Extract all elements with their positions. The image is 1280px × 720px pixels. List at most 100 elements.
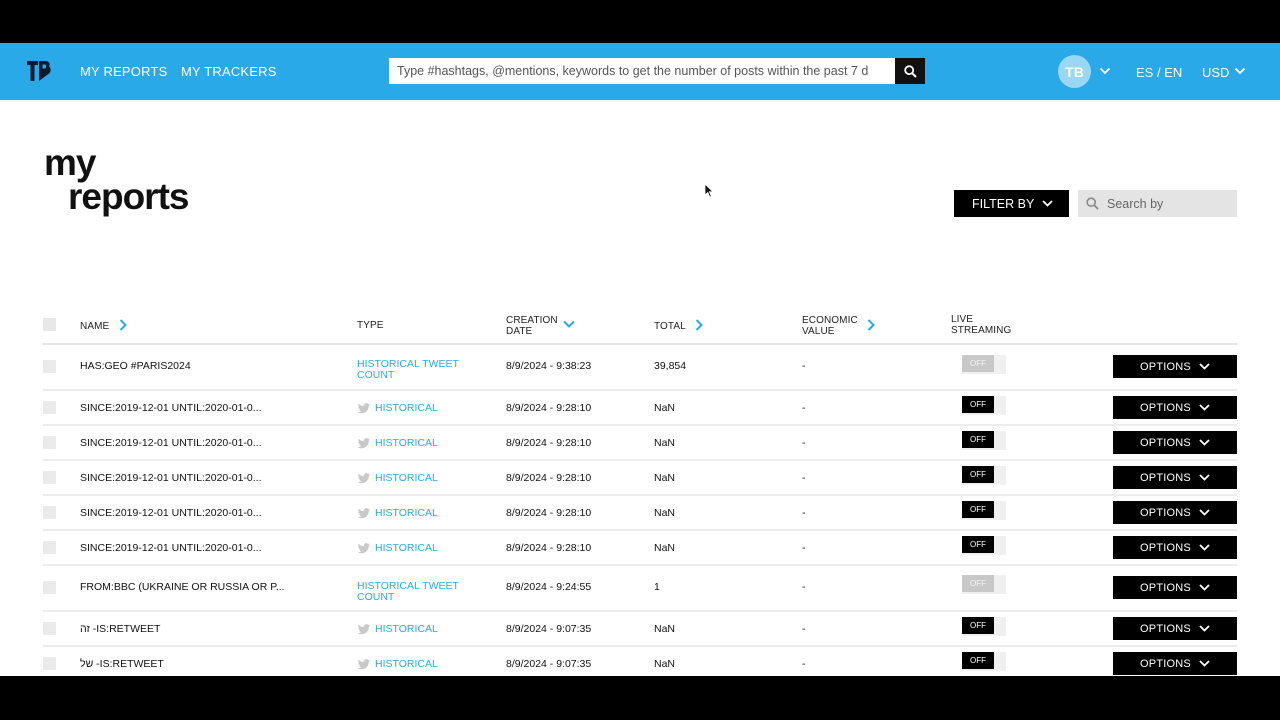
live-streaming-toggle[interactable]: OFF — [962, 355, 1006, 374]
options-button[interactable]: OPTIONS — [1113, 396, 1237, 419]
header-name[interactable]: NAME — [80, 321, 109, 332]
report-name[interactable]: SINCE:2019-12-01 UNTIL:2020-01-0... — [80, 472, 262, 484]
row-checkbox[interactable] — [43, 360, 56, 373]
chevron-down-icon[interactable] — [563, 320, 575, 328]
mouse-pointer-icon — [704, 183, 714, 198]
live-streaming-toggle[interactable]: OFF — [962, 501, 1006, 520]
search-by-field[interactable] — [1078, 190, 1237, 217]
report-type[interactable]: HISTORICAL — [357, 658, 438, 670]
chevron-down-icon — [1199, 404, 1210, 411]
report-type[interactable]: HISTORICAL — [357, 472, 438, 484]
tweet-binder-logo[interactable] — [26, 59, 52, 83]
live-streaming-toggle[interactable]: OFF — [962, 396, 1006, 415]
report-total: NaN — [654, 623, 676, 635]
currency-selector[interactable]: USD — [1202, 65, 1229, 80]
report-value: - — [802, 402, 806, 414]
report-date: 8/9/2024 - 9:07:35 — [506, 623, 592, 635]
options-button[interactable]: OPTIONS — [1113, 576, 1237, 599]
report-type[interactable]: HISTORICAL — [357, 623, 438, 635]
live-streaming-toggle[interactable]: OFF — [962, 466, 1006, 485]
report-total: 39,854 — [654, 360, 687, 372]
table-header: NAME TYPE CREATION DATE TOTAL ECONOMIC V… — [43, 311, 1237, 345]
report-type[interactable]: HISTORICAL — [357, 542, 438, 554]
row-checkbox[interactable] — [43, 581, 56, 594]
live-streaming-toggle[interactable]: OFF — [962, 575, 1006, 594]
row-checkbox[interactable] — [43, 506, 56, 519]
table-row: SINCE:2019-12-01 UNTIL:2020-01-0... HIST… — [43, 496, 1237, 531]
chevron-down-icon — [1199, 584, 1210, 591]
options-button[interactable]: OPTIONS — [1113, 501, 1237, 524]
report-name[interactable]: HAS:GEO #PARIS2024 — [80, 360, 191, 372]
report-type[interactable]: HISTORICAL — [357, 507, 438, 519]
report-date: 8/9/2024 - 9:24:55 — [506, 581, 592, 593]
lang-en[interactable]: EN — [1164, 65, 1182, 80]
header-economic-value[interactable]: ECONOMIC VALUE — [802, 315, 858, 337]
table-row: HAS:GEO #PARIS2024 HISTORICAL TWEET COUN… — [43, 347, 1237, 391]
report-type[interactable]: HISTORICAL — [357, 437, 438, 449]
chevron-down-icon[interactable] — [1234, 67, 1246, 75]
options-button[interactable]: OPTIONS — [1113, 355, 1237, 378]
report-total: NaN — [654, 472, 676, 484]
options-button[interactable]: OPTIONS — [1113, 617, 1237, 640]
report-total: NaN — [654, 658, 676, 670]
live-streaming-toggle[interactable]: OFF — [962, 536, 1006, 555]
hashtag-search-input[interactable] — [389, 58, 895, 84]
report-name[interactable]: FROM:BBC (UKRAINE OR RUSSIA OR P... — [80, 581, 285, 593]
chevron-down-icon[interactable] — [1099, 67, 1111, 75]
toggle-label: OFF — [962, 501, 994, 518]
row-checkbox[interactable] — [43, 657, 56, 670]
row-checkbox[interactable] — [43, 541, 56, 554]
header-creation-date[interactable]: CREATION DATE — [506, 315, 558, 337]
report-name[interactable]: של -IS:RETWEET — [80, 658, 164, 670]
report-type[interactable]: HISTORICAL — [357, 402, 438, 414]
report-value: - — [802, 472, 806, 484]
search-button[interactable] — [895, 58, 925, 84]
options-label: OPTIONS — [1140, 506, 1191, 519]
row-checkbox[interactable] — [43, 436, 56, 449]
report-date: 8/9/2024 - 9:28:10 — [506, 472, 592, 484]
options-button[interactable]: OPTIONS — [1113, 466, 1237, 489]
report-type-line1: HISTORICAL — [375, 507, 438, 519]
report-name[interactable]: SINCE:2019-12-01 UNTIL:2020-01-0... — [80, 437, 262, 449]
chevron-right-icon[interactable] — [867, 319, 875, 331]
report-name[interactable]: SINCE:2019-12-01 UNTIL:2020-01-0... — [80, 542, 262, 554]
report-name[interactable]: זה -IS:RETWEET — [80, 623, 160, 635]
user-avatar[interactable]: TB — [1058, 55, 1091, 88]
chevron-down-icon — [1199, 509, 1210, 516]
report-type[interactable]: HISTORICAL TWEET COUNT — [357, 581, 459, 603]
search-by-input[interactable] — [1107, 196, 1227, 211]
options-button[interactable]: OPTIONS — [1113, 536, 1237, 559]
table-row: FROM:BBC (UKRAINE OR RUSSIA OR P... HIST… — [43, 566, 1237, 612]
report-type-line1: HISTORICAL — [375, 623, 438, 635]
header-economic-line1: ECONOMIC — [802, 315, 858, 326]
app-window: MY REPORTS MY TRACKERS TB ES / EN USD my… — [0, 43, 1280, 676]
filter-by-button[interactable]: FILTER BY — [954, 190, 1069, 217]
live-streaming-toggle[interactable]: OFF — [962, 652, 1006, 671]
search-icon — [1086, 197, 1099, 210]
report-type[interactable]: HISTORICAL TWEET COUNT — [357, 359, 459, 381]
chevron-right-icon[interactable] — [695, 319, 703, 331]
nav-my-reports[interactable]: MY REPORTS — [80, 64, 167, 79]
select-all-checkbox[interactable] — [43, 318, 56, 331]
report-name[interactable]: SINCE:2019-12-01 UNTIL:2020-01-0... — [80, 402, 262, 414]
table-row: זה -IS:RETWEET HISTORICAL 8/9/2024 - 9:0… — [43, 612, 1237, 647]
nav-my-trackers[interactable]: MY TRACKERS — [181, 64, 277, 79]
header-total[interactable]: TOTAL — [654, 321, 686, 332]
twitter-bird-icon — [357, 472, 371, 483]
filter-by-label: FILTER BY — [972, 196, 1035, 211]
live-streaming-toggle[interactable]: OFF — [962, 617, 1006, 636]
report-date: 8/9/2024 - 9:28:10 — [506, 402, 592, 414]
row-checkbox[interactable] — [43, 471, 56, 484]
lang-es[interactable]: ES — [1136, 65, 1153, 80]
options-button[interactable]: OPTIONS — [1113, 431, 1237, 454]
report-type-line1: HISTORICAL — [375, 542, 438, 554]
table-row: SINCE:2019-12-01 UNTIL:2020-01-0... HIST… — [43, 426, 1237, 461]
options-button[interactable]: OPTIONS — [1113, 652, 1237, 675]
report-name[interactable]: SINCE:2019-12-01 UNTIL:2020-01-0... — [80, 507, 262, 519]
row-checkbox[interactable] — [43, 622, 56, 635]
row-checkbox[interactable] — [43, 401, 56, 414]
chevron-right-icon[interactable] — [119, 319, 127, 331]
live-streaming-toggle[interactable]: OFF — [962, 431, 1006, 450]
report-value: - — [802, 623, 806, 635]
report-total: NaN — [654, 437, 676, 449]
